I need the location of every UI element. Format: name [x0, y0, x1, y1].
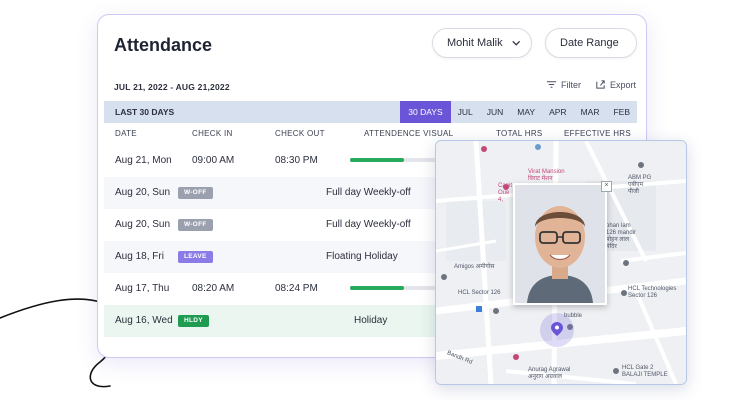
period-tab-jun[interactable]: JUN: [480, 101, 511, 123]
row-note: Holiday: [354, 315, 388, 326]
row-date: Aug 16, Wed: [115, 315, 173, 326]
map-label-hcl-technologies: HCL Technologies Sector 126: [628, 286, 677, 299]
location-pin[interactable]: [540, 313, 574, 347]
date-range-dropdown-label: Date Range: [560, 37, 619, 49]
column-header-effective-hrs: EFFECTIVE HRS: [564, 129, 632, 138]
map-label-anurag-agrawal: Anurag Agrawal अनुराग अग्रवाल: [528, 367, 571, 380]
map-label-hcl-gate-2: HCL Gate 2 BALAJI TEMPLE: [622, 365, 668, 378]
attendance-visual-bar: [350, 158, 446, 162]
period-label: LAST 30 DAYS: [115, 107, 175, 117]
row-date: Aug 18, Fri: [115, 251, 164, 262]
period-bar: LAST 30 DAYS 30 DAYS JUL JUN MAY APR MAR FEB: [104, 101, 637, 123]
attendance-visual-fill: [350, 158, 404, 162]
filter-label: Filter: [561, 79, 581, 90]
period-tab-may[interactable]: MAY: [510, 101, 542, 123]
chevron-down-icon: [511, 40, 520, 46]
close-icon[interactable]: ×: [601, 181, 612, 192]
map-label-mohan-lal-mandir: ohan lam 126 mandir मोहन लाल मंदिर: [606, 223, 637, 250]
row-note: Full day Weekly-off: [326, 187, 411, 198]
period-tabs: 30 DAYS JUL JUN MAY APR MAR FEB: [400, 101, 637, 123]
row-check-out: 08:30 PM: [275, 155, 318, 166]
map-label-capital: Capit Oue 4,: [498, 183, 513, 203]
export-label: Export: [610, 79, 637, 90]
date-range-dropdown[interactable]: Date Range: [545, 28, 637, 58]
date-range-text: JUL 21, 2022 - AUG 21,2022: [114, 82, 230, 92]
row-check-in: 08:20 AM: [192, 283, 235, 294]
column-header-total-hrs: TOTAL HRS: [496, 129, 543, 138]
row-date: Aug 20, Sun: [115, 219, 171, 230]
status-badge: W-OFF: [178, 187, 213, 199]
user-photo: [513, 183, 607, 305]
page-title: Attendance: [114, 35, 213, 55]
map-label-virat-mansion: Virat Mansion विराट मेंशन: [528, 169, 565, 182]
row-check-out: 08:24 PM: [275, 283, 318, 294]
map-label-hcl-sector-126: HCL Sector 126: [458, 290, 501, 296]
row-date: Aug 20, Sun: [115, 187, 171, 198]
attendance-visual-bar: [350, 286, 446, 290]
status-badge: LEAVE: [178, 251, 213, 263]
map-label-abm-pg: ABM PG एबीएम पीजी: [628, 175, 652, 195]
row-note: Full day Weekly-off: [326, 219, 411, 230]
map-label-amigos: Amigos अमीगोस: [454, 264, 495, 270]
location-map[interactable]: Virat Mansion विराट मेंशन Capit Oue 4, A…: [435, 140, 687, 385]
filter-icon: [546, 81, 557, 88]
column-header-date: DATE: [115, 129, 137, 138]
row-note: Floating Holiday: [326, 251, 398, 262]
column-header-attendence-visual: ATTENDENCE VISUAL: [364, 129, 454, 138]
row-date: Aug 21, Mon: [115, 155, 172, 166]
period-tab-jul[interactable]: JUL: [451, 101, 480, 123]
user-dropdown-label: Mohit Malik: [447, 37, 503, 49]
map-pin-icon: [551, 322, 563, 336]
period-tab-feb[interactable]: FEB: [606, 101, 637, 123]
period-tab-mar[interactable]: MAR: [574, 101, 607, 123]
status-badge: HLDY: [178, 315, 209, 327]
export-icon: [596, 80, 605, 89]
avatar: [515, 185, 605, 303]
filter-button[interactable]: Filter: [546, 79, 581, 90]
column-header-check-in: CHECK IN: [192, 129, 233, 138]
column-header-check-out: CHECK OUT: [275, 129, 325, 138]
row-date: Aug 17, Thu: [115, 283, 170, 294]
row-check-in: 09:00 AM: [192, 155, 235, 166]
export-button[interactable]: Export: [595, 79, 636, 90]
period-tab-30-days[interactable]: 30 DAYS: [400, 101, 451, 123]
status-badge: W-OFF: [178, 219, 213, 231]
period-tab-apr[interactable]: APR: [542, 101, 573, 123]
attendance-visual-fill: [350, 286, 404, 290]
user-dropdown[interactable]: Mohit Malik: [432, 28, 532, 58]
